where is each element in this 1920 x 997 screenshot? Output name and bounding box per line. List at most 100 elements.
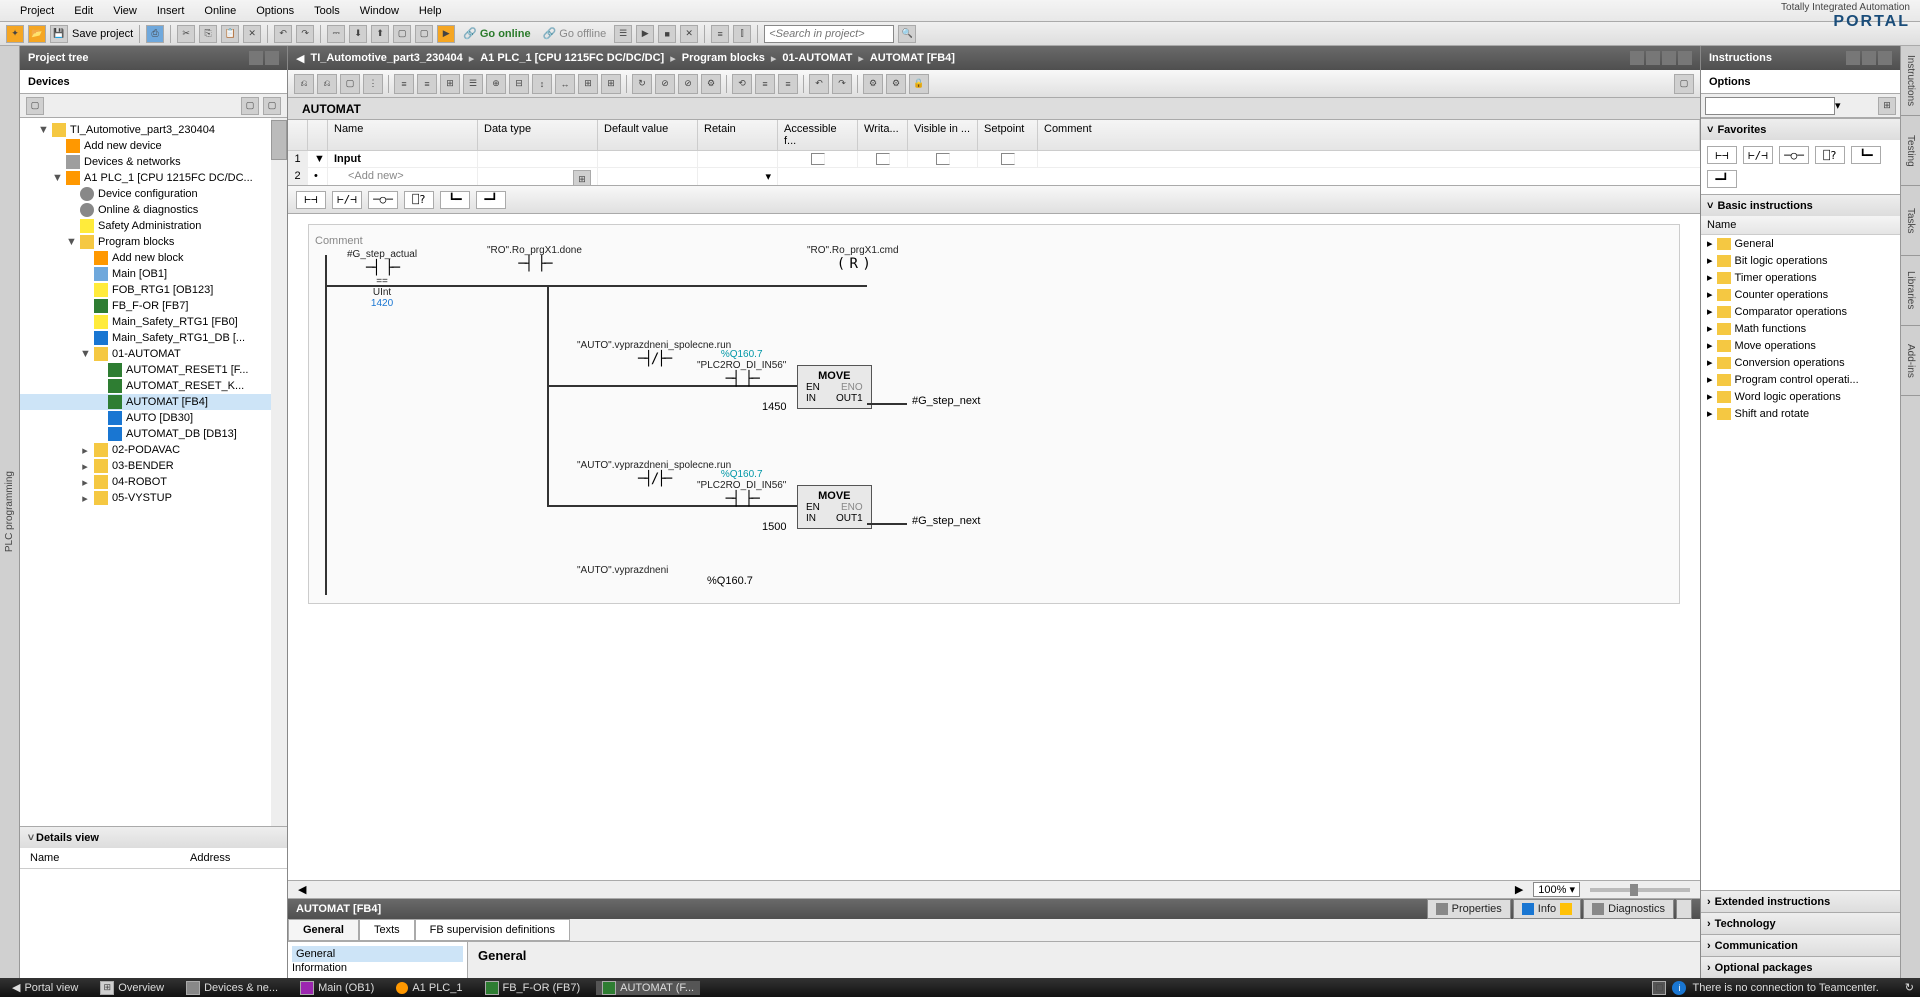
split-v-icon[interactable]: ⫿: [733, 25, 751, 43]
tag-ro-done[interactable]: "RO".Ro_prgX1.done: [487, 245, 582, 256]
pin-icon[interactable]: [265, 51, 279, 65]
print-icon[interactable]: ⎙: [146, 25, 164, 43]
ed-tool-icon[interactable]: ⋮: [363, 74, 383, 94]
nav-information[interactable]: Information: [292, 962, 463, 974]
col-dtype[interactable]: Data type: [478, 120, 598, 150]
expand-icon[interactable]: ▼: [66, 236, 76, 248]
contact-nc-icon[interactable]: ⊢/⊣: [332, 191, 362, 209]
expand-icon[interactable]: ▼: [80, 348, 90, 360]
tree-item[interactable]: AUTOMAT_RESET1 [F...: [20, 362, 287, 378]
fav-branch2-icon[interactable]: ━┛: [1707, 170, 1737, 188]
col-name[interactable]: Name: [328, 120, 478, 150]
restore-icon[interactable]: [1662, 51, 1676, 65]
tree-item[interactable]: ▸02-PODAVAC: [20, 442, 287, 458]
tree-item[interactable]: ▸05-VYSTUP: [20, 490, 287, 506]
fav-coil-icon[interactable]: ─○─: [1779, 146, 1809, 164]
search-icon[interactable]: 🔍: [898, 25, 916, 43]
cmp-value[interactable]: 1420: [371, 298, 393, 309]
side-tab-libraries[interactable]: Libraries: [1901, 256, 1920, 326]
expand-icon[interactable]: ▸: [1707, 390, 1713, 403]
expand-icon[interactable]: ▸: [80, 476, 90, 489]
crumb-block[interactable]: AUTOMAT [FB4]: [870, 52, 955, 64]
menu-tools[interactable]: Tools: [304, 2, 350, 20]
new-project-icon[interactable]: ✦: [6, 25, 24, 43]
open-project-icon[interactable]: 📂: [28, 25, 46, 43]
ed-tool-icon[interactable]: ⊟: [509, 74, 529, 94]
tree-item[interactable]: Online & diagnostics: [20, 202, 287, 218]
branch-open-icon[interactable]: ┗━: [440, 191, 470, 209]
tree-scrollbar[interactable]: [271, 118, 287, 826]
search-in-project-input[interactable]: [764, 25, 894, 43]
tree-item[interactable]: FOB_RTG1 [OB123]: [20, 282, 287, 298]
expand-icon[interactable]: ▸: [80, 460, 90, 473]
tree-tool-2-icon[interactable]: ▢: [241, 97, 259, 115]
col-visible[interactable]: Visible in ...: [908, 120, 978, 150]
move1-out-tag[interactable]: #G_step_next: [912, 395, 981, 407]
menu-online[interactable]: Online: [194, 2, 246, 20]
hscroll-prev-icon[interactable]: ◀: [298, 883, 306, 896]
ed-tool-icon[interactable]: ⟲: [732, 74, 752, 94]
ed-view-icon[interactable]: ▢: [1674, 74, 1694, 94]
hscroll-next-icon[interactable]: ▶: [1515, 883, 1523, 896]
tree-item[interactable]: AUTOMAT [FB4]: [20, 394, 287, 410]
expand-icon[interactable]: ▸: [1707, 373, 1713, 386]
expand-icon[interactable]: ▸: [1707, 339, 1713, 352]
ed-tool-icon[interactable]: ≡: [755, 74, 775, 94]
next-icon[interactable]: [1878, 51, 1892, 65]
save-project-label[interactable]: Save project: [72, 28, 133, 40]
start-sim-icon[interactable]: ▶: [437, 25, 455, 43]
tree-item[interactable]: Main_Safety_RTG1_DB [...: [20, 330, 287, 346]
expand-icon[interactable]: ▼: [38, 124, 48, 136]
move1-in-val[interactable]: 1450: [762, 401, 786, 413]
branch-close-icon[interactable]: ━┛: [476, 191, 506, 209]
crumb-blocks[interactable]: Program blocks: [682, 52, 765, 64]
instruction-category[interactable]: ▸General: [1701, 235, 1900, 252]
expand-icon[interactable]: ▸: [1707, 305, 1713, 318]
fav-branch-icon[interactable]: ┗━: [1851, 146, 1881, 164]
expand-icon[interactable]: ▼: [52, 172, 62, 184]
tag-vyprazdneni-3[interactable]: "AUTO".vyprazdneni: [577, 565, 668, 576]
coil-icon[interactable]: ─○─: [368, 191, 398, 209]
instruction-section[interactable]: ›Extended instructions: [1701, 890, 1900, 912]
dtype-picker-icon[interactable]: ⊞: [573, 170, 591, 186]
overview-button[interactable]: ⊞Overview: [94, 981, 170, 995]
instruction-category[interactable]: ▸Program control operati...: [1701, 371, 1900, 388]
instruction-category[interactable]: ▸Math functions: [1701, 320, 1900, 337]
undo-icon[interactable]: ↶: [274, 25, 292, 43]
pin-icon[interactable]: [1862, 51, 1876, 65]
hmi-icon[interactable]: ▢: [393, 25, 411, 43]
go-online-button[interactable]: 🔗Go online: [459, 27, 534, 40]
close-icon[interactable]: [1678, 51, 1692, 65]
ed-tool-icon[interactable]: ⚙: [886, 74, 906, 94]
tree-item[interactable]: ▼TI_Automotive_part3_230404: [20, 122, 287, 138]
collapse-icon[interactable]: [1846, 51, 1860, 65]
ladder-editor[interactable]: Comment #G_step_actual ─┤ ├─ == UInt 142…: [288, 214, 1700, 880]
instruction-category[interactable]: ▸Move operations: [1701, 337, 1900, 354]
expand-icon[interactable]: ▸: [1707, 356, 1713, 369]
devices-tab[interactable]: Devices: [20, 70, 287, 94]
menu-help[interactable]: Help: [409, 2, 452, 20]
menu-insert[interactable]: Insert: [147, 2, 195, 20]
expand-icon[interactable]: ▸: [1707, 237, 1713, 250]
tree-tool-1-icon[interactable]: ▢: [26, 97, 44, 115]
fav-contact-nc-icon[interactable]: ⊢/⊣: [1743, 146, 1773, 164]
ed-tool-icon[interactable]: ≡: [394, 74, 414, 94]
expand-icon[interactable]: ▸: [1707, 254, 1713, 267]
ed-tool-icon[interactable]: ⊞: [601, 74, 621, 94]
move2-in-val[interactable]: 1500: [762, 521, 786, 533]
start-cpu-icon[interactable]: ▶: [636, 25, 654, 43]
accessible-devices-icon[interactable]: ☰: [614, 25, 632, 43]
ed-tool-icon[interactable]: ↻: [632, 74, 652, 94]
tree-item[interactable]: Safety Administration🔒: [20, 218, 287, 234]
move-instruction-2[interactable]: MOVE ENENO INOUT1: [797, 485, 872, 529]
general-nav[interactable]: General Information: [288, 942, 468, 978]
tree-item[interactable]: ▸04-ROBOT: [20, 474, 287, 490]
instruction-category[interactable]: ▸Conversion operations: [1701, 354, 1900, 371]
instr-name-col[interactable]: Name: [1701, 216, 1900, 235]
ed-tool-icon[interactable]: ⊞: [578, 74, 598, 94]
ed-tool-icon[interactable]: ☰: [463, 74, 483, 94]
row-add-new[interactable]: <Add new>: [328, 168, 478, 186]
tree-item[interactable]: ▼01-AUTOMAT: [20, 346, 287, 362]
menu-edit[interactable]: Edit: [64, 2, 103, 20]
tag-step-actual[interactable]: #G_step_actual: [347, 249, 417, 260]
